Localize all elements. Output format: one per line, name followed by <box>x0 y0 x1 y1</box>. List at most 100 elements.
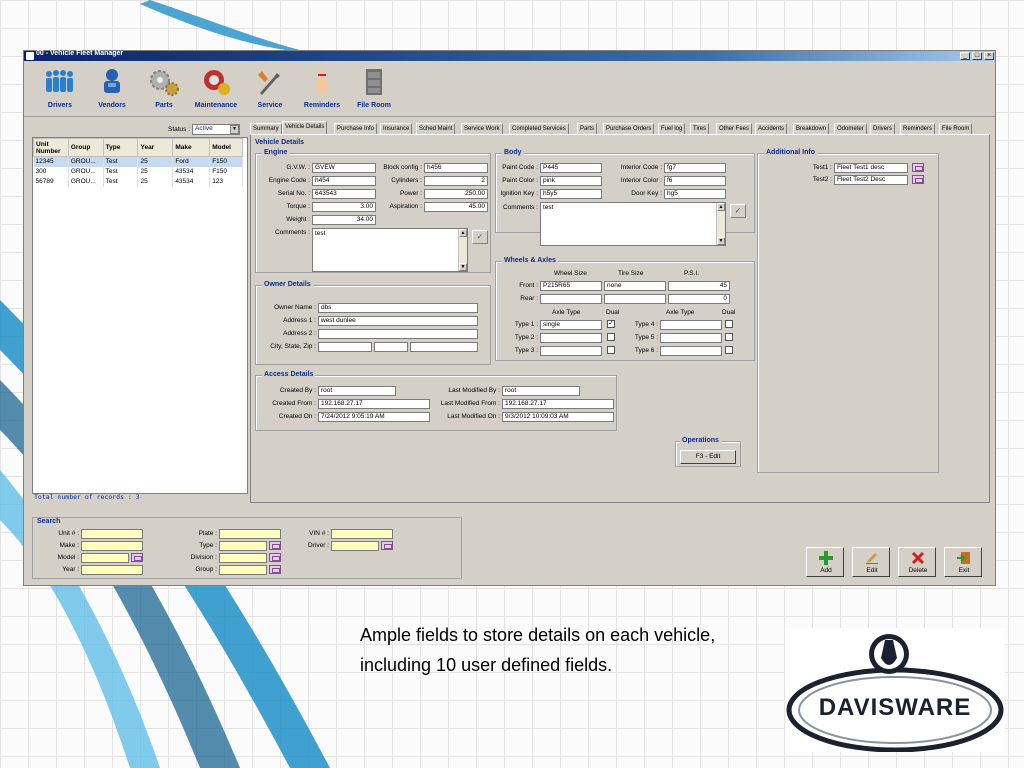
maximize-button[interactable]: □ <box>972 52 982 60</box>
created-by-field[interactable]: root <box>318 386 396 396</box>
toolbar-reminders-button[interactable]: Reminders <box>292 65 352 113</box>
minimize-button[interactable]: _ <box>960 52 970 60</box>
paint-color-field[interactable]: pink <box>540 176 602 186</box>
search-unit-input[interactable] <box>81 529 143 539</box>
address1-field[interactable]: west dunlee <box>318 316 478 326</box>
dual1-checkbox[interactable]: ✓ <box>607 320 615 328</box>
col-group[interactable]: Group <box>67 138 104 157</box>
table-row[interactable]: 56789 GROU... Test 25 43534 123 <box>33 176 243 187</box>
axle-type6-field[interactable] <box>660 346 722 356</box>
tab-reminders[interactable]: Reminders <box>900 123 936 134</box>
city-field[interactable] <box>318 342 372 352</box>
folder-icon[interactable] <box>131 553 143 562</box>
toolbar-drivers-button[interactable]: Drivers <box>30 65 90 113</box>
dual2-checkbox[interactable] <box>607 333 615 341</box>
tab-odometer[interactable]: Odometer <box>834 123 867 134</box>
dual4-checkbox[interactable] <box>725 320 733 328</box>
chevron-down-icon[interactable]: ▼ <box>230 125 239 134</box>
engine-comments-field[interactable]: test ▲ ▼ <box>312 228 468 272</box>
body-comments-field[interactable]: test ▲ ▼ <box>540 202 726 246</box>
last-modified-from-field[interactable]: 192.168.27.17 <box>502 399 614 409</box>
aspiration-field[interactable]: 45.00 <box>424 202 488 212</box>
col-year[interactable]: Year <box>137 138 174 157</box>
door-key-field[interactable]: hg5 <box>664 189 726 199</box>
test1-field[interactable]: Fleet Test1 desc <box>834 163 908 173</box>
owner-name-field[interactable]: dbs <box>318 303 478 313</box>
col-make[interactable]: Make <box>172 138 211 157</box>
axle-type5-field[interactable] <box>660 333 722 343</box>
axle-type1-field[interactable]: single <box>540 320 602 330</box>
tab-other-fees[interactable]: Other Fees <box>716 123 753 134</box>
serial-field[interactable]: 643543 <box>312 189 376 199</box>
folder-icon[interactable] <box>269 553 281 562</box>
col-unit-number[interactable]: Unit Number <box>33 138 69 157</box>
axle-type4-field[interactable] <box>660 320 722 330</box>
col-type[interactable]: Type <box>102 138 139 157</box>
add-button[interactable]: Add <box>806 547 844 577</box>
created-from-field[interactable]: 192.168.27.17 <box>318 399 430 409</box>
spellcheck-icon[interactable]: ✓ <box>730 204 746 218</box>
tab-fuel-log[interactable]: Fuel log <box>658 123 686 134</box>
engine-code-field[interactable]: h454 <box>312 176 376 186</box>
col-model[interactable]: Model <box>209 138 243 157</box>
toolbar-maintenance-button[interactable]: Maintenance <box>186 65 246 113</box>
tab-summary[interactable]: Summary <box>250 123 282 134</box>
tab-breakdown[interactable]: Breakdown <box>793 123 830 134</box>
spellcheck-icon[interactable]: ✓ <box>472 230 488 244</box>
edit-f3-button[interactable]: F3 - Edit <box>680 450 736 464</box>
tab-purchase-orders[interactable]: Purchase Orders <box>603 123 655 134</box>
rear-tire-size-field[interactable] <box>604 294 666 304</box>
search-driver-input[interactable] <box>331 541 379 551</box>
state-field[interactable] <box>374 342 408 352</box>
table-row[interactable]: 12345 GROU... Test 25 Ford F150 <box>33 156 243 167</box>
gvw-field[interactable]: GVEW <box>312 163 376 173</box>
delete-button[interactable]: Delete <box>898 547 936 577</box>
edit-button[interactable]: Edit <box>852 547 890 577</box>
search-vin-input[interactable] <box>331 529 393 539</box>
test2-field[interactable]: Fleet Test2 Desc <box>834 175 908 185</box>
last-modified-by-field[interactable]: root <box>502 386 580 396</box>
created-on-field[interactable]: 7/24/2012 9:05:19 AM <box>318 412 430 422</box>
tab-file-room[interactable]: File Room <box>939 123 973 134</box>
address2-field[interactable] <box>318 329 478 339</box>
dual5-checkbox[interactable] <box>725 333 733 341</box>
search-model-input[interactable] <box>81 553 129 563</box>
axle-type3-field[interactable] <box>540 346 602 356</box>
tab-parts[interactable]: Parts <box>577 123 598 134</box>
folder-icon[interactable] <box>912 163 924 172</box>
search-make-input[interactable] <box>81 541 143 551</box>
folder-icon[interactable] <box>381 541 393 550</box>
tab-completed-services[interactable]: Completed Services <box>509 123 569 134</box>
tab-accidents[interactable]: Accidents <box>755 123 788 134</box>
ignition-key-field[interactable]: h5y5 <box>540 189 602 199</box>
tab-sched-maint[interactable]: Sched Maint <box>416 123 456 134</box>
front-wheel-size-field[interactable]: P215R65 <box>540 281 602 291</box>
toolbar-service-button[interactable]: Service <box>240 65 300 113</box>
axle-type2-field[interactable] <box>540 333 602 343</box>
search-plate-input[interactable] <box>219 529 281 539</box>
tab-insurance[interactable]: Insurance <box>380 123 413 134</box>
folder-icon[interactable] <box>269 541 281 550</box>
tab-tires[interactable]: Tires <box>690 123 710 134</box>
tab-drivers[interactable]: Drivers <box>870 123 895 134</box>
power-field[interactable]: 250.00 <box>424 189 488 199</box>
dual3-checkbox[interactable] <box>607 346 615 354</box>
front-psi-field[interactable]: 45 <box>668 281 730 291</box>
rear-wheel-size-field[interactable] <box>540 294 602 304</box>
toolbar-parts-button[interactable]: Parts <box>134 65 194 113</box>
table-row[interactable]: 300 GROU... Test 25 43534 F150 <box>33 166 243 177</box>
front-tire-size-field[interactable]: none <box>604 281 666 291</box>
tab-vehicle-details[interactable]: Vehicle Details <box>282 121 328 134</box>
search-type-input[interactable] <box>219 541 267 551</box>
search-year-input[interactable] <box>81 565 143 575</box>
rear-psi-field[interactable]: 0 <box>668 294 730 304</box>
weight-field[interactable]: 34.00 <box>312 215 376 225</box>
cylinders-field[interactable]: 2 <box>424 176 488 186</box>
last-modified-on-field[interactable]: 9/3/2012 10:09:03 AM <box>502 412 614 422</box>
toolbar-file-room-button[interactable]: File Room <box>344 65 404 113</box>
paint-code-field[interactable]: P445 <box>540 163 602 173</box>
exit-button[interactable]: Exit <box>944 547 982 577</box>
folder-icon[interactable] <box>269 565 281 574</box>
zip-field[interactable] <box>410 342 478 352</box>
dual6-checkbox[interactable] <box>725 346 733 354</box>
